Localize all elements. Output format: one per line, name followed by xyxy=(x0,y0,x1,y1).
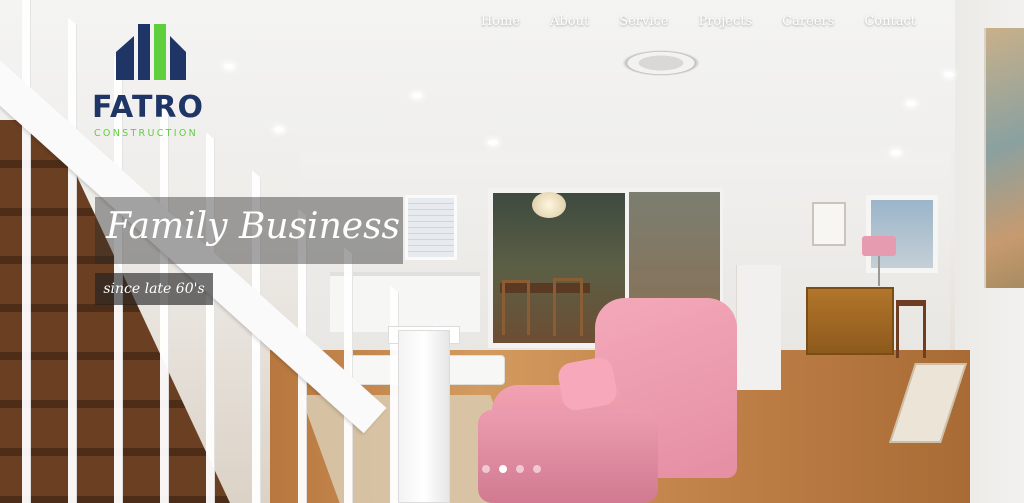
wall-painting xyxy=(984,28,1024,288)
dining-chair xyxy=(502,280,530,335)
chandelier xyxy=(532,192,566,218)
pink-lamp xyxy=(862,236,896,256)
pink-sofa-seat xyxy=(478,410,658,503)
ceiling-vent xyxy=(622,50,700,76)
slide-title: Family Business xyxy=(95,197,403,264)
building-logo-icon xyxy=(116,24,186,80)
downlight xyxy=(944,72,954,77)
downlight xyxy=(488,140,498,145)
right-window xyxy=(866,195,938,273)
newel-post xyxy=(398,330,450,503)
kitchen-window xyxy=(405,195,457,260)
nav-careers[interactable]: Careers xyxy=(782,14,834,29)
downlight xyxy=(412,93,422,98)
downlight xyxy=(906,101,916,106)
hero-slider: FATRO CONSTRUCTION Home About Service Pr… xyxy=(0,0,1024,503)
logo-tagline: CONSTRUCTION xyxy=(94,128,199,139)
site-logo[interactable]: FATRO CONSTRUCTION xyxy=(92,22,217,144)
slide-dot-1[interactable] xyxy=(482,465,490,473)
nav-home[interactable]: Home xyxy=(481,14,520,29)
slide-dot-4[interactable] xyxy=(533,465,541,473)
nav-about[interactable]: About xyxy=(550,14,589,29)
main-nav: Home About Service Projects Careers Cont… xyxy=(481,14,916,29)
slide-dot-2[interactable] xyxy=(499,465,507,473)
downlight xyxy=(224,64,234,69)
slider-pagination xyxy=(482,465,541,473)
slide-dot-3[interactable] xyxy=(516,465,524,473)
wooden-sideboard xyxy=(806,287,894,355)
small-wooden-table xyxy=(896,300,926,358)
downlight xyxy=(274,127,284,132)
nav-contact[interactable]: Contact xyxy=(864,14,916,29)
nav-projects[interactable]: Projects xyxy=(698,14,752,29)
dining-chair xyxy=(553,278,583,336)
nav-service[interactable]: Service xyxy=(619,14,668,29)
slide-subtitle: since late 60's xyxy=(95,273,213,305)
picture-frame xyxy=(812,202,846,246)
lamp-stem xyxy=(878,256,880,286)
logo-wordmark: FATRO xyxy=(92,90,205,125)
downlight xyxy=(891,150,901,155)
wall-pillar xyxy=(736,265,781,390)
